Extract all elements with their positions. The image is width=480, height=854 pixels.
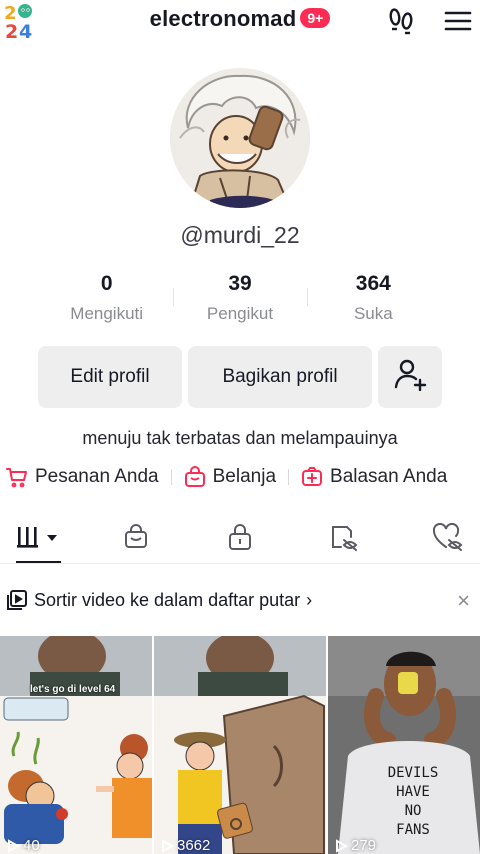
reply-box-icon — [302, 467, 323, 486]
playlist-sort-text: Sortir video ke dalam daftar putar — [34, 589, 301, 610]
grid-icon — [17, 527, 57, 548]
footprints-icon[interactable] — [386, 6, 416, 36]
stat-likes[interactable]: 364 Suka — [306, 270, 440, 330]
video-grid: let's go di level 64 40 3662 DEVILS HAVE… — [0, 636, 480, 854]
your-orders-label: Pesanan Anda — [35, 466, 159, 487]
followers-label: Pengikut — [206, 304, 274, 323]
your-replies-link[interactable]: Balasan Anda — [301, 466, 447, 488]
play-icon — [162, 838, 174, 853]
bag-icon — [125, 524, 147, 548]
cart-icon — [6, 468, 27, 488]
add-person-icon — [393, 357, 427, 397]
stat-followers[interactable]: 39 Pengikut — [173, 270, 306, 330]
view-count-value: 279 — [351, 837, 377, 854]
shortcut-divider — [170, 469, 172, 485]
tab-shop[interactable] — [118, 522, 154, 552]
video-thumbnail[interactable]: 3662 — [154, 636, 326, 854]
tab-videos[interactable] — [14, 522, 62, 552]
add-friend-button[interactable] — [378, 346, 442, 408]
video-thumbnail[interactable]: DEVILS HAVE NO FANS 279 — [328, 636, 480, 854]
your-replies-label: Balasan Anda — [330, 466, 448, 487]
view-count: 279 — [334, 837, 376, 854]
chevron-right-icon: › — [306, 589, 313, 610]
playlist-sort-banner[interactable]: Sortir video ke dalam daftar putar › × — [0, 582, 480, 618]
view-count-value: 40 — [23, 837, 40, 854]
active-tab-indicator — [16, 561, 61, 563]
shopping-bag-icon — [184, 466, 205, 487]
notification-badge: 9+ — [300, 8, 331, 28]
account-username[interactable]: electronomad — [150, 6, 297, 32]
shop-label: Belanja — [212, 466, 277, 487]
likes-label: Suka — [353, 304, 393, 323]
edit-profile-button[interactable]: Edit profil — [38, 346, 182, 408]
stat-following[interactable]: 0 Mengikuti — [40, 270, 173, 330]
lock-icon — [229, 524, 251, 550]
shortcut-divider — [288, 469, 290, 485]
profile-bio: menuju tak terbatas dan melampauinya — [82, 428, 398, 448]
profile-handle: @murdi_22 — [180, 222, 300, 248]
share-profile-button[interactable]: Bagikan profil — [188, 346, 372, 408]
view-count: 3662 — [160, 837, 210, 854]
view-count-value: 3662 — [177, 837, 211, 854]
shop-link[interactable]: Belanja — [184, 466, 276, 488]
playlist-icon — [7, 590, 27, 610]
play-icon — [336, 838, 348, 853]
likes-count: 364 — [355, 272, 391, 295]
close-icon[interactable]: × — [457, 588, 470, 614]
heart-hidden-icon — [432, 523, 463, 551]
profile-avatar[interactable] — [170, 68, 310, 208]
tab-liked[interactable] — [430, 522, 466, 552]
profile-tabs — [0, 512, 480, 564]
followers-count: 39 — [228, 272, 252, 295]
play-icon — [8, 838, 20, 853]
repost-hidden-icon — [332, 526, 358, 551]
video-caption: let's go di level 64 — [30, 684, 116, 695]
hamburger-menu-icon[interactable] — [444, 10, 472, 32]
video-thumbnail[interactable]: let's go di level 64 40 — [0, 636, 152, 854]
top-bar: 2 2 4 electronomad 9+ — [0, 0, 480, 44]
following-count: 0 — [100, 272, 113, 295]
profile-stats: 0 Mengikuti 39 Pengikut 364 Suka — [40, 270, 440, 330]
tab-reposts[interactable] — [326, 522, 362, 552]
shirt-text: DEVILS HAVE NO FANS — [387, 765, 439, 838]
shortcut-row: Pesanan Anda Belanja Balasan Anda — [0, 462, 480, 492]
following-label: Mengikuti — [70, 304, 144, 323]
your-orders-link[interactable]: Pesanan Anda — [6, 466, 159, 488]
tab-private[interactable] — [222, 522, 258, 552]
view-count: 40 — [6, 837, 40, 854]
